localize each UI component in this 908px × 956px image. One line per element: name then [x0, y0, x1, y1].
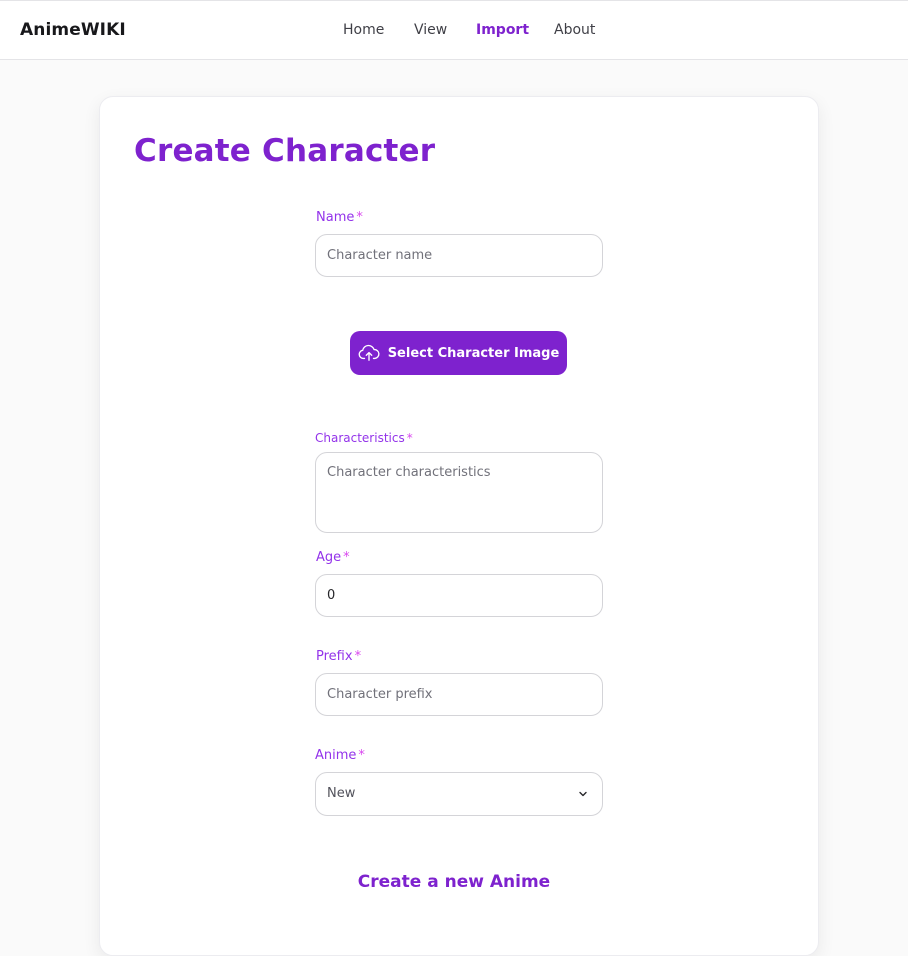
nav-link-import[interactable]: Import [476, 22, 529, 38]
required-marker: * [358, 748, 365, 763]
name-label: Name * [316, 210, 363, 225]
age-label-text: Age [316, 550, 342, 565]
cloud-upload-icon [358, 344, 380, 361]
anime-label-text: Anime [315, 748, 357, 763]
anime-label: Anime * [315, 748, 365, 763]
top-navbar: AnimeWIKI Home View Import About [0, 0, 908, 60]
age-label: Age * [316, 550, 350, 565]
select-character-image-button[interactable]: Select Character Image [350, 331, 567, 375]
brand-logo-text[interactable]: AnimeWIKI [20, 20, 126, 40]
prefix-label-text: Prefix [316, 649, 353, 664]
required-marker: * [343, 550, 350, 565]
required-marker: * [406, 431, 413, 445]
chevron-down-icon [579, 791, 587, 797]
characteristics-textarea[interactable] [315, 452, 603, 533]
create-new-anime-link[interactable]: Create a new Anime [0, 872, 908, 892]
prefix-input[interactable] [315, 673, 603, 716]
nav-link-view[interactable]: View [414, 22, 447, 38]
anime-select-value: New [327, 786, 356, 801]
required-marker: * [354, 649, 362, 664]
page-title: Create Character [134, 133, 436, 169]
prefix-label: Prefix * [316, 649, 361, 664]
select-character-image-label: Select Character Image [387, 345, 560, 361]
name-label-text: Name [316, 210, 355, 225]
anime-select[interactable]: New [315, 772, 603, 816]
name-input[interactable] [315, 234, 603, 277]
age-input[interactable] [315, 574, 603, 617]
required-marker: * [356, 210, 363, 225]
characteristics-label-text: Characteristics [315, 431, 405, 445]
nav-link-home[interactable]: Home [343, 22, 384, 38]
nav-link-about[interactable]: About [554, 22, 595, 38]
characteristics-label: Characteristics * [315, 431, 413, 445]
